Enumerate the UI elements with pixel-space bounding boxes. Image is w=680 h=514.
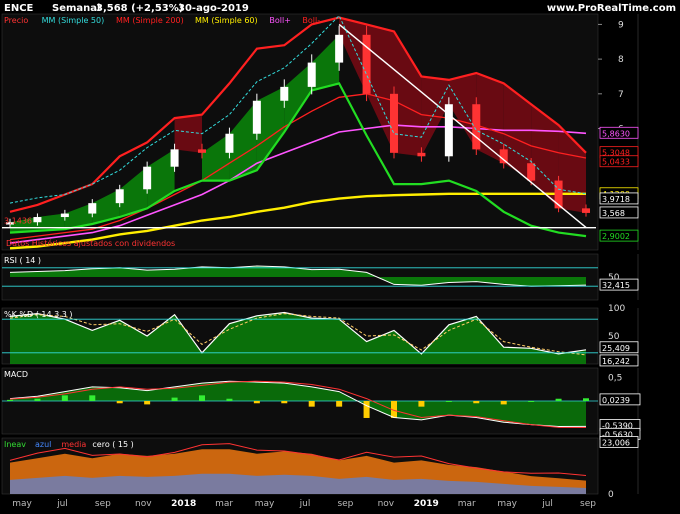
candle-body <box>472 104 481 150</box>
band-fill <box>174 114 202 153</box>
sto-tick: 100 <box>608 304 625 314</box>
tickers-box-label: 23,006 <box>602 438 630 447</box>
macd-hist-bar <box>583 398 589 401</box>
candle-body <box>170 149 179 167</box>
chart-date: 30-ago-2019 <box>178 3 249 14</box>
macd-hist-bar <box>308 401 315 407</box>
sto-box-label: 25,409 <box>602 344 630 353</box>
candle-body <box>582 208 590 213</box>
tickers-legend: azul <box>35 440 51 449</box>
candle-body <box>115 189 124 204</box>
candle-body <box>390 93 398 153</box>
macd-hist-bar <box>116 401 123 404</box>
candle-body <box>33 217 42 223</box>
tickers-legend: cero ( 15 ) <box>92 440 133 449</box>
candle-body <box>417 152 426 157</box>
price-box-label: 3,568 <box>602 209 625 218</box>
macd-hist-bar <box>281 401 288 404</box>
legend-entry: MM (Simple 200) <box>116 16 184 25</box>
candle-body <box>527 163 536 181</box>
legend-entry: MM (Simple 50) <box>42 16 105 25</box>
macd-hist-bar <box>500 401 507 405</box>
chart-root: Precio MM (Simple 50) MM (Simple 200) MM (S… <box>0 0 680 510</box>
macd-hist-bar <box>34 398 41 401</box>
sto-box-label: 16,242 <box>602 357 630 366</box>
tickers-tick: 0 <box>608 490 614 500</box>
macd-hist-bar <box>89 395 96 401</box>
macd-hist-bar <box>171 397 178 401</box>
x-tick-label: mar <box>215 499 233 509</box>
candle-body <box>198 149 206 153</box>
macd-hist-bar <box>199 395 205 401</box>
macd-hist-bar <box>144 401 151 405</box>
chart-svg: Precio MM (Simple 50) MM (Simple 200) MM (S… <box>0 0 680 510</box>
x-tick-label: mar <box>458 499 476 509</box>
price-box-label: 5,0433 <box>602 158 630 167</box>
dividend-note: Datos Históricos ajustados con dividendo… <box>6 238 175 248</box>
candle-body <box>280 86 289 101</box>
macd-hist-bar <box>445 401 452 402</box>
macd-hist-bar <box>61 395 68 401</box>
macd-box-label: 0,0239 <box>602 396 630 405</box>
macd-hist-bar <box>418 401 425 407</box>
tickers-legend: Ineav <box>4 440 26 449</box>
chart-period: Semanal <box>52 3 100 14</box>
macd-hist-bar <box>253 401 260 404</box>
y-tick-label: 7 <box>618 90 624 100</box>
y-tick-label: 8 <box>618 55 624 65</box>
candle-body <box>225 133 234 153</box>
sto-tick: 50 <box>608 332 620 342</box>
x-tick-label: 2019 <box>414 499 439 509</box>
x-tick-label: may <box>497 499 517 509</box>
price-box-label: 5,8630 <box>602 129 630 138</box>
macd-hist-bar <box>336 401 343 407</box>
macd-tick: 0,5 <box>608 373 622 383</box>
rsi-box-label: 32,415 <box>602 281 630 290</box>
macd-hist-bar <box>528 401 535 402</box>
x-tick-label: jul <box>299 499 311 509</box>
tickers-legend: media <box>61 440 86 449</box>
chart-quote: 3,568 (+2,53%) <box>96 3 183 14</box>
x-tick-label: nov <box>135 499 152 509</box>
macd-hist-bar <box>555 398 562 401</box>
x-tick-label: jul <box>541 499 553 509</box>
y-tick-label: 9 <box>618 20 624 30</box>
x-tick-label: jul <box>56 499 68 509</box>
candle-body <box>499 149 508 164</box>
macd-title: MACD <box>4 370 28 379</box>
candle-body <box>362 34 371 94</box>
sto-title: %K %D ( 14 3 3 ) <box>4 310 72 319</box>
x-tick-label: may <box>255 499 275 509</box>
macd-hist-bar <box>473 401 480 404</box>
band-fill <box>476 73 504 164</box>
rsi-title: RSI ( 14 ) <box>4 256 41 265</box>
x-tick-label: 2018 <box>171 499 196 509</box>
x-tick-label: may <box>12 499 32 509</box>
candle-body <box>143 166 152 190</box>
macd-hist-bar <box>363 401 370 418</box>
candle-body <box>307 62 316 87</box>
x-tick-label: sep <box>95 499 111 509</box>
legend-entry: Boll+ <box>269 16 291 25</box>
x-tick-label: nov <box>378 499 395 509</box>
legend-entry: Precio <box>4 16 28 25</box>
chart-symbol: ENCE <box>4 3 34 14</box>
left-price-label: 3,1436 <box>4 217 32 226</box>
macd-hist-bar <box>7 399 13 401</box>
candle-body <box>88 203 97 214</box>
macd-hist-bar <box>226 398 233 401</box>
price-box-label: 2,9002 <box>602 232 630 241</box>
candle-body <box>60 213 69 218</box>
legend-entry: Boll- <box>302 16 320 25</box>
candle-body <box>335 34 344 63</box>
legend-entry: MM (Simple 60) <box>195 16 258 25</box>
candle-body <box>252 100 261 134</box>
price-box-label: 3,9718 <box>602 195 630 204</box>
site-label: www.ProRealTime.com <box>547 3 676 14</box>
x-tick-label: sep <box>337 499 353 509</box>
x-tick-label: sep <box>580 499 596 509</box>
